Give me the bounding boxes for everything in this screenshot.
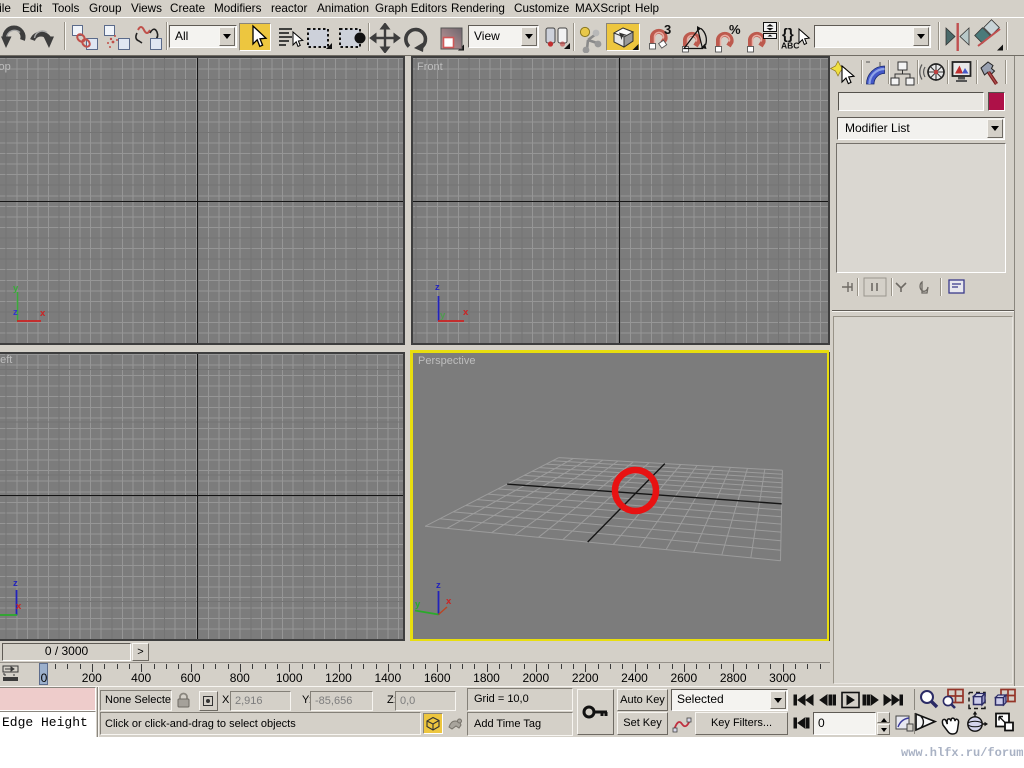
- svg-text:x: x: [463, 307, 469, 318]
- svg-text:y: y: [415, 599, 421, 610]
- svg-text:z: z: [435, 282, 440, 293]
- svg-text:3: 3: [664, 22, 671, 37]
- svg-text:z: z: [13, 578, 18, 589]
- svg-text:x: x: [16, 601, 22, 612]
- svg-text:y: y: [440, 310, 446, 321]
- svg-text:z: z: [436, 580, 441, 591]
- svg-text:x: x: [40, 308, 46, 319]
- svg-text:z: z: [13, 307, 18, 318]
- svg-text:ABC: ABC: [781, 41, 799, 51]
- svg-text:%: %: [729, 22, 741, 37]
- svg-text:x: x: [446, 596, 452, 607]
- svg-text:y: y: [13, 283, 19, 294]
